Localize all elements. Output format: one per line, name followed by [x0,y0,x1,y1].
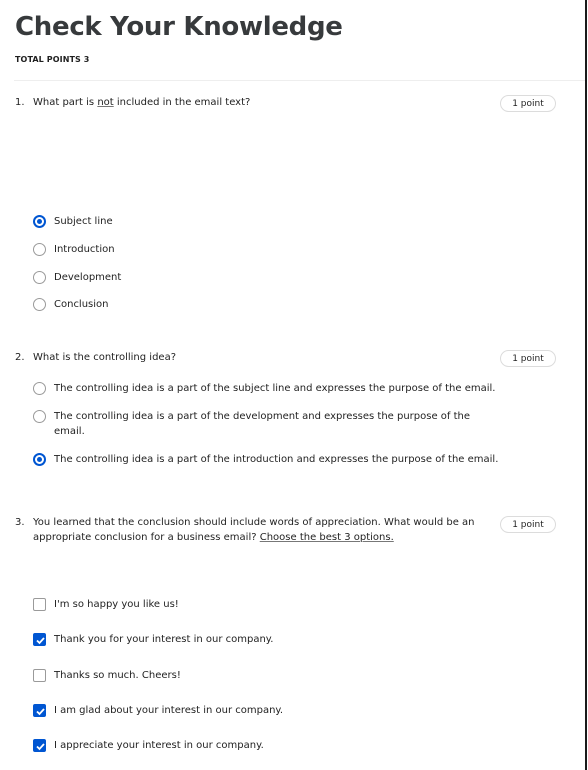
question-number: 3. [15,517,25,528]
points-badge: 1 point [500,350,556,367]
q1-option-introduction[interactable]: Introduction [33,242,115,257]
question-text: included in the email text? [113,97,251,108]
checkbox-empty-icon[interactable] [33,598,46,611]
checkbox-checked-icon[interactable] [33,704,46,717]
q2-option-subject-line[interactable]: The controlling idea is a part of the su… [33,381,495,396]
option-label: The controlling idea is a part of the su… [54,383,496,394]
option-label: The controlling idea is a part of the in… [54,454,499,465]
q1-option-development[interactable]: Development [33,270,121,285]
option-label: Development [54,272,122,283]
option-label: Introduction [54,244,115,255]
option-label: Thanks so much. Cheers! [54,670,181,681]
q1-option-conclusion[interactable]: Conclusion [33,297,109,312]
q1-option-subject-line[interactable]: Subject line [33,214,113,229]
question-text: What part is [33,97,98,108]
window-edge [585,0,587,770]
option-label: Conclusion [54,299,109,310]
radio-empty-icon[interactable] [33,410,46,423]
q3-option-2[interactable]: Thank you for your interest in our compa… [33,632,273,647]
q3-option-3[interactable]: Thanks so much. Cheers! [33,668,181,683]
q3-option-4[interactable]: I am glad about your interest in our com… [33,703,283,718]
q2-option-introduction[interactable]: The controlling idea is a part of the in… [33,452,498,467]
choose-best-options-link[interactable]: Choose the best 3 options. [260,532,394,543]
page-title: Check Your Knowledge [15,12,343,42]
question-1-prompt: 1. What part is not included in the email… [15,95,250,110]
question-text: What is the controlling idea? [33,352,177,363]
points-badge: 1 point [500,516,556,533]
total-points: TOTAL POINTS 3 [15,55,90,64]
question-number: 2. [15,352,25,363]
q2-option-development[interactable]: The controlling idea is a part of the de… [33,409,470,439]
points-badge: 1 point [500,95,556,112]
radio-empty-icon[interactable] [33,271,46,284]
checkbox-empty-icon[interactable] [33,669,46,682]
radio-empty-icon[interactable] [33,382,46,395]
option-label: I'm so happy you like us! [54,599,179,610]
divider [14,80,585,81]
option-label: I appreciate your interest in our compan… [54,740,264,751]
radio-empty-icon[interactable] [33,298,46,311]
option-label-line: The controlling idea is a part of the de… [54,411,471,422]
checkbox-checked-icon[interactable] [33,633,46,646]
emphasis-not: not [97,97,114,108]
radio-empty-icon[interactable] [33,243,46,256]
question-number: 1. [15,97,25,108]
question-3-prompt: 3. You learned that the conclusion should… [15,515,485,545]
option-label: Thank you for your interest in our compa… [54,634,274,645]
radio-selected-icon[interactable] [33,215,46,228]
question-text: You learned that the conclusion should i… [33,517,475,528]
option-label: Subject line [54,216,113,227]
radio-selected-icon[interactable] [33,453,46,466]
option-label: The controlling idea is a part of the de… [54,409,470,439]
option-label: I am glad about your interest in our com… [54,705,284,716]
option-label-line: email. [54,426,85,437]
question-text: appropriate conclusion for a business em… [33,532,260,543]
q3-option-1[interactable]: I'm so happy you like us! [33,597,179,612]
question-2-prompt: 2. What is the controlling idea? [15,350,176,365]
q3-option-5[interactable]: I appreciate your interest in our compan… [33,738,264,753]
checkbox-checked-icon[interactable] [33,739,46,752]
